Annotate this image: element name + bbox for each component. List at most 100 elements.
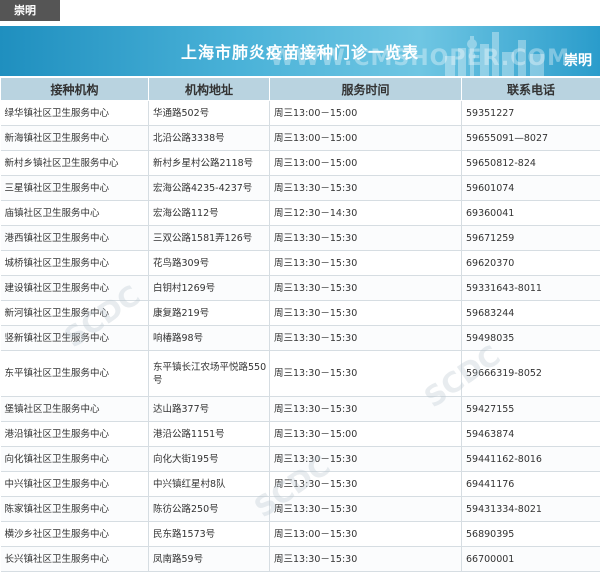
cell-address: 北沿公路3338号 xyxy=(148,125,270,151)
table-row: 新村乡镇社区卫生服务中心 新村乡星村公路2118号 周三13:00－15:00 596… xyxy=(0,150,600,176)
banner-region-label: 崇明 xyxy=(564,53,592,69)
cell-address: 港沿公路1151号 xyxy=(148,421,270,447)
column-header-time: 服务时间 xyxy=(269,77,462,101)
cell-address: 陈彷公路250号 xyxy=(148,496,270,522)
page-title: 上海市肺炎疫苗接种门诊一览表 xyxy=(180,43,419,62)
cell-org-name: 绿华镇社区卫生服务中心 xyxy=(0,100,149,126)
cell-service-time: 周三13:30－15:30 xyxy=(269,300,462,326)
cell-org-name: 中兴镇社区卫生服务中心 xyxy=(0,471,149,497)
table-header-row: 接种机构 机构地址 服务时间 联系电话 xyxy=(0,77,600,101)
cell-address: 花鸟路309号 xyxy=(148,250,270,276)
table-row: 东平镇社区卫生服务中心 东平镇长江农场平悦路550号 周三13:30－15:30 59… xyxy=(0,350,600,397)
cell-service-time: 周三13:30－15:30 xyxy=(269,471,462,497)
cell-service-time: 周三13:30－15:00 xyxy=(269,421,462,447)
cell-address: 白钥村1269号 xyxy=(148,275,270,301)
cell-address: 响椿路98号 xyxy=(148,325,270,351)
cell-service-time: 周三13:30－15:30 xyxy=(269,325,462,351)
cell-org-name: 堡镇社区卫生服务中心 xyxy=(0,396,149,422)
cell-service-time: 周三13:30－15:30 xyxy=(269,250,462,276)
cell-service-time: 周三13:00－15:30 xyxy=(269,521,462,547)
cell-address: 凤南路59号 xyxy=(148,546,270,572)
cell-service-time: 周三13:30－15:30 xyxy=(269,546,462,572)
table-row: 城桥镇社区卫生服务中心 花鸟路309号 周三13:30－15:30 69620370 xyxy=(0,250,600,276)
cell-phone: 59601074 xyxy=(461,175,600,201)
cell-org-name: 城桥镇社区卫生服务中心 xyxy=(0,250,149,276)
cell-service-time: 周三13:00－15:00 xyxy=(269,100,462,126)
cell-org-name: 新河镇社区卫生服务中心 xyxy=(0,300,149,326)
cell-service-time: 周三13:30－15:30 xyxy=(269,350,462,397)
cell-org-name: 东平镇社区卫生服务中心 xyxy=(0,350,149,397)
cell-phone: 59351227 xyxy=(461,100,600,126)
cell-service-time: 周三12:30－14:30 xyxy=(269,200,462,226)
table-body: 绿华镇社区卫生服务中心 华通路502号 周三13:00－15:00 59351227 新… xyxy=(0,100,600,572)
cell-phone: 69360041 xyxy=(461,200,600,226)
cell-org-name: 横沙乡社区卫生服务中心 xyxy=(0,521,149,547)
cell-address: 康复路219号 xyxy=(148,300,270,326)
cell-phone: 59431334-8021 xyxy=(461,496,600,522)
cell-org-name: 港西镇社区卫生服务中心 xyxy=(0,225,149,251)
table-row: 竖新镇社区卫生服务中心 响椿路98号 周三13:30－15:30 59498035 xyxy=(0,325,600,351)
column-header-org: 接种机构 xyxy=(0,77,149,101)
table-row: 港沿镇社区卫生服务中心 港沿公路1151号 周三13:30－15:00 5946387… xyxy=(0,421,600,447)
cell-address: 三双公路1581弄126号 xyxy=(148,225,270,251)
cell-address: 宏海公路4235-4237号 xyxy=(148,175,270,201)
cell-org-name: 三星镇社区卫生服务中心 xyxy=(0,175,149,201)
cell-org-name: 新海镇社区卫生服务中心 xyxy=(0,125,149,151)
table-row: 新海镇社区卫生服务中心 北沿公路3338号 周三13:00－15:00 5965509… xyxy=(0,125,600,151)
cell-phone: 59671259 xyxy=(461,225,600,251)
vaccination-sites-table: 接种机构 机构地址 服务时间 联系电话 绿华镇社区卫生服务中心 华通路502号 周三… xyxy=(0,77,600,572)
cell-org-name: 建设镇社区卫生服务中心 xyxy=(0,275,149,301)
table-row: 横沙乡社区卫生服务中心 民东路1573号 周三13:00－15:30 56890395 xyxy=(0,521,600,547)
cell-org-name: 竖新镇社区卫生服务中心 xyxy=(0,325,149,351)
cell-phone: 59441162-8016 xyxy=(461,446,600,472)
cell-phone: 56890395 xyxy=(461,521,600,547)
page: 崇明 WWW.CMSHOPER.COM 上海市肺炎疫苗接种门诊一览表 崇明 接种… xyxy=(0,0,600,586)
cell-org-name: 陈家镇社区卫生服务中心 xyxy=(0,496,149,522)
cell-address: 中兴镇红星村8队 xyxy=(148,471,270,497)
cell-phone: 59463874 xyxy=(461,421,600,447)
region-tab[interactable]: 崇明 xyxy=(0,0,60,21)
column-header-phone: 联系电话 xyxy=(461,77,600,101)
cell-address: 达山路377号 xyxy=(148,396,270,422)
cell-phone: 69620370 xyxy=(461,250,600,276)
cell-phone: 69441176 xyxy=(461,471,600,497)
cell-phone: 59666319-8052 xyxy=(461,350,600,397)
cell-address: 东平镇长江农场平悦路550号 xyxy=(148,350,270,397)
cell-org-name: 向化镇社区卫生服务中心 xyxy=(0,446,149,472)
cell-phone: 59427155 xyxy=(461,396,600,422)
table-row: 港西镇社区卫生服务中心 三双公路1581弄126号 周三13:30－15:30 596… xyxy=(0,225,600,251)
cell-org-name: 新村乡镇社区卫生服务中心 xyxy=(0,150,149,176)
table-row: 向化镇社区卫生服务中心 向化大街195号 周三13:30－15:30 59441162… xyxy=(0,446,600,472)
cell-org-name: 港沿镇社区卫生服务中心 xyxy=(0,421,149,447)
cell-phone: 59683244 xyxy=(461,300,600,326)
cell-org-name: 庙镇社区卫生服务中心 xyxy=(0,200,149,226)
cell-phone: 59498035 xyxy=(461,325,600,351)
cell-service-time: 周三13:30－15:30 xyxy=(269,225,462,251)
cell-phone: 59650812-824 xyxy=(461,150,600,176)
cell-address: 向化大街195号 xyxy=(148,446,270,472)
table-row: 中兴镇社区卫生服务中心 中兴镇红星村8队 周三13:30－15:30 69441176 xyxy=(0,471,600,497)
cell-address: 华通路502号 xyxy=(148,100,270,126)
cell-service-time: 周三13:30－15:30 xyxy=(269,175,462,201)
table-row: 绿华镇社区卫生服务中心 华通路502号 周三13:00－15:00 59351227 xyxy=(0,100,600,126)
cell-service-time: 周三13:00－15:00 xyxy=(269,150,462,176)
cell-org-name: 长兴镇社区卫生服务中心 xyxy=(0,546,149,572)
column-header-address: 机构地址 xyxy=(148,77,270,101)
cell-service-time: 周三13:30－15:30 xyxy=(269,496,462,522)
header-banner: WWW.CMSHOPER.COM 上海市肺炎疫苗接种门诊一览表 崇明 xyxy=(0,26,600,76)
cell-service-time: 周三13:00－15:00 xyxy=(269,125,462,151)
cell-phone: 59655091—8027 xyxy=(461,125,600,151)
cell-address: 新村乡星村公路2118号 xyxy=(148,150,270,176)
cell-service-time: 周三13:30－15:30 xyxy=(269,396,462,422)
cell-phone: 59331643-8011 xyxy=(461,275,600,301)
table-row: 陈家镇社区卫生服务中心 陈彷公路250号 周三13:30－15:30 59431334… xyxy=(0,496,600,522)
cell-phone: 66700001 xyxy=(461,546,600,572)
table-row: 庙镇社区卫生服务中心 宏海公路112号 周三12:30－14:30 69360041 xyxy=(0,200,600,226)
cell-address: 宏海公路112号 xyxy=(148,200,270,226)
table-row: 建设镇社区卫生服务中心 白钥村1269号 周三13:30－15:30 59331643… xyxy=(0,275,600,301)
cell-service-time: 周三13:30－15:30 xyxy=(269,275,462,301)
cell-service-time: 周三13:30－15:30 xyxy=(269,446,462,472)
table-row: 三星镇社区卫生服务中心 宏海公路4235-4237号 周三13:30－15:30 59… xyxy=(0,175,600,201)
table-row: 长兴镇社区卫生服务中心 凤南路59号 周三13:30－15:30 66700001 xyxy=(0,546,600,572)
table-row: 新河镇社区卫生服务中心 康复路219号 周三13:30－15:30 59683244 xyxy=(0,300,600,326)
